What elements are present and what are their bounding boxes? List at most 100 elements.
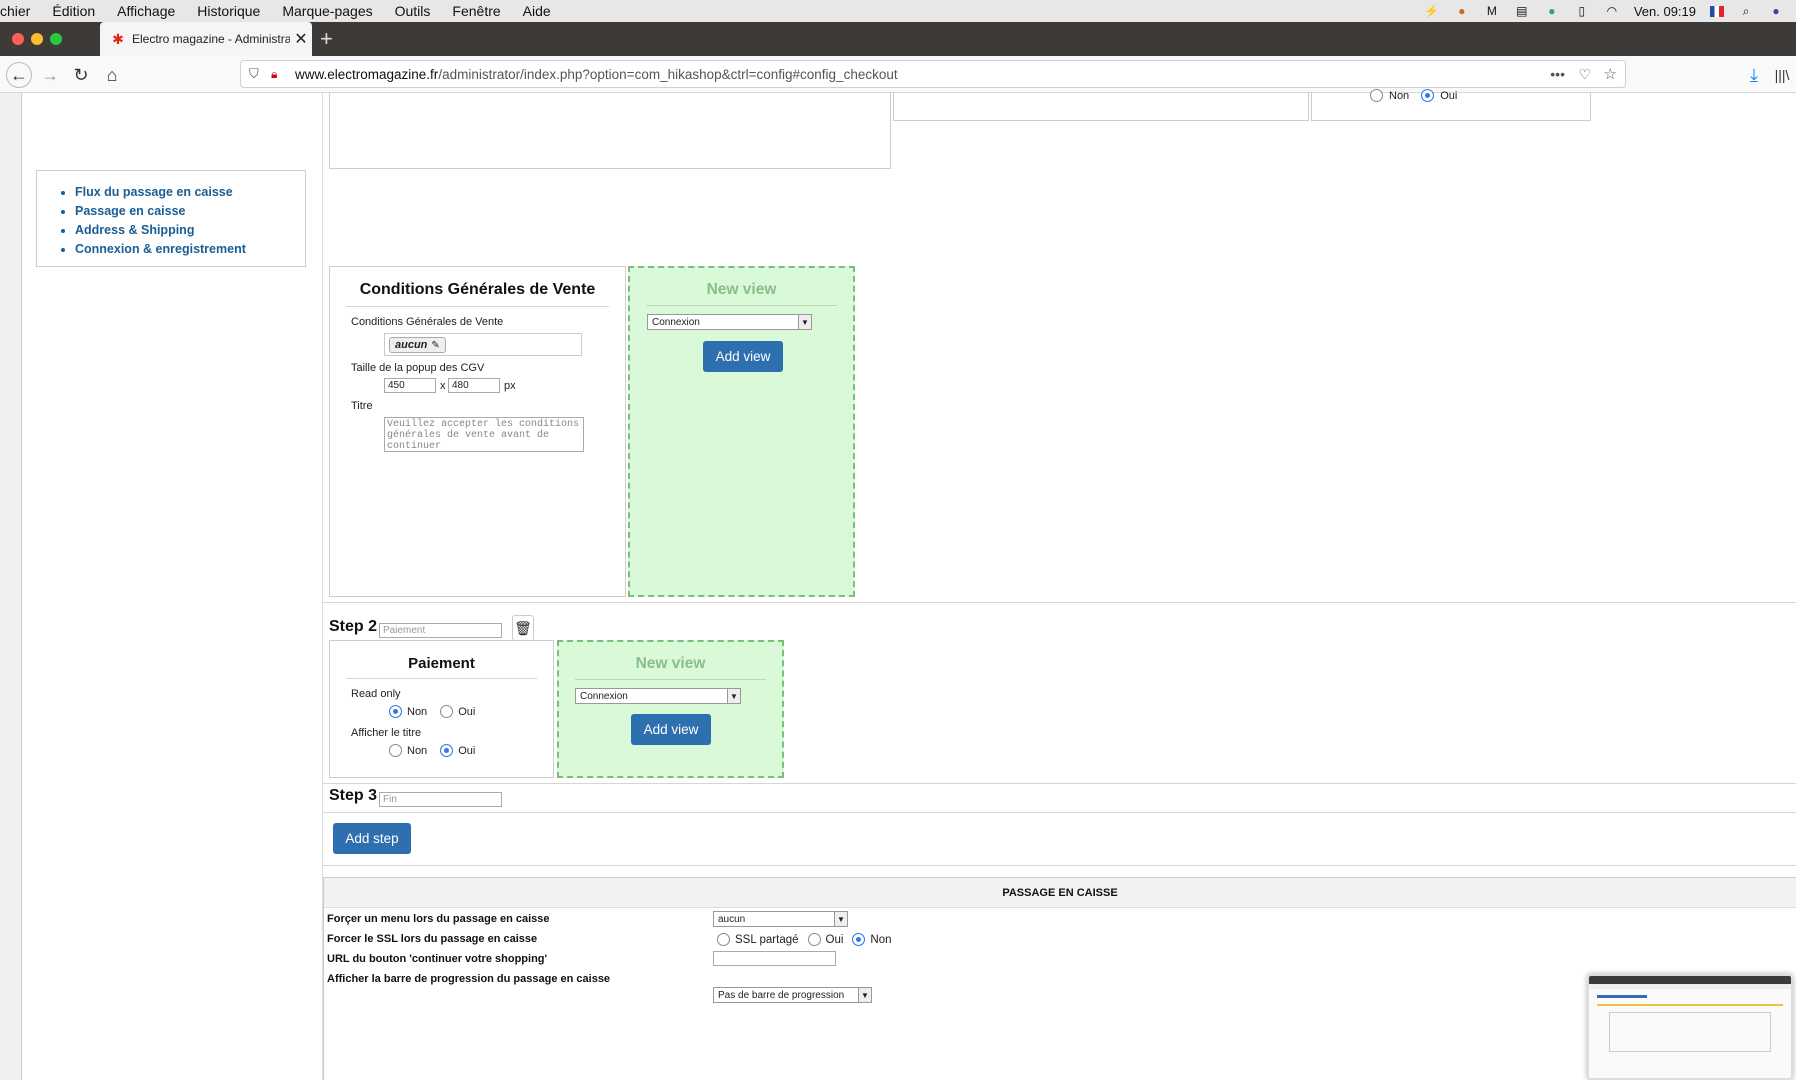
delete-step-trash-icon[interactable]: 🗑︎ xyxy=(512,615,534,641)
nav-link-flux[interactable]: Flux du passage en caisse xyxy=(75,183,305,202)
menu-marque-pages[interactable]: Marque-pages xyxy=(271,3,383,19)
menu-fenetre[interactable]: Fenêtre xyxy=(441,3,511,19)
back-icon[interactable]: ← xyxy=(6,62,32,88)
ssl-non-radio[interactable] xyxy=(852,933,866,946)
home-icon[interactable]: ⌂ xyxy=(99,62,125,88)
add-step-button[interactable]: Add step xyxy=(333,823,411,854)
insecure-lock-icon[interactable]: 🔒︎ xyxy=(271,67,287,82)
add-view-button-1[interactable]: Add view xyxy=(703,341,783,372)
pocket-icon[interactable]: ♡ xyxy=(1578,66,1591,83)
nav-link-passage[interactable]: Passage en caisse xyxy=(75,202,305,221)
divider xyxy=(323,865,1796,866)
screenshot-thumbnail[interactable] xyxy=(1587,974,1793,1080)
malwarebytes-icon[interactable]: M xyxy=(1484,4,1500,18)
ssl-partage-label: SSL partagé xyxy=(735,933,799,946)
menu-fichier[interactable]: chier xyxy=(0,3,41,19)
menu-edition[interactable]: Édition xyxy=(41,3,106,19)
ssl-partage-radio[interactable] xyxy=(717,933,730,946)
cgv-view-panel: Conditions Générales de Vente Conditions… xyxy=(329,266,626,597)
drive-icon[interactable]: ▤ xyxy=(1514,4,1530,18)
app-icon[interactable]: ● xyxy=(1454,4,1470,18)
force-menu-value: aucun xyxy=(718,913,746,925)
reload-icon[interactable]: ↻ xyxy=(68,62,94,88)
nav-link-address[interactable]: Address & Shipping xyxy=(75,221,305,240)
cgv-article-field[interactable]: aucun ✎ xyxy=(384,333,582,356)
menu-affichage[interactable]: Affichage xyxy=(106,3,186,19)
search-icon[interactable]: ⌕ xyxy=(1738,4,1754,18)
previous-view-box xyxy=(329,93,891,169)
siri-icon[interactable]: ● xyxy=(1768,4,1784,18)
popup-width-input[interactable]: 450 xyxy=(384,378,436,393)
progress-bar-select[interactable]: Pas de barre de progression ▼ xyxy=(713,987,872,1003)
view-select-2[interactable]: Connexion ▼ xyxy=(575,688,741,704)
pencil-icon[interactable]: ✎ xyxy=(431,340,439,351)
forward-icon[interactable]: → xyxy=(37,62,63,88)
checkout-nav-box: Flux du passage en caisse Passage en cai… xyxy=(36,170,306,267)
browser-tab[interactable]: ✱ Electro magazine - Administrati ✕ xyxy=(100,22,312,56)
read-only-non-radio[interactable] xyxy=(389,705,402,718)
cgv-tag[interactable]: aucun ✎ xyxy=(389,337,446,353)
force-menu-label: Forçer un menu lors du passage en caisse xyxy=(327,913,550,925)
nav-link-connexion[interactable]: Connexion & enregistrement xyxy=(75,240,305,259)
sync-icon[interactable]: ● xyxy=(1544,4,1560,18)
zoom-window-icon[interactable] xyxy=(50,33,62,45)
afficher-titre-oui-radio[interactable] xyxy=(440,744,454,757)
clock[interactable]: Ven. 09:19 xyxy=(1634,4,1696,19)
read-only-oui-label: Oui xyxy=(458,705,476,718)
downloads-icon[interactable]: ⤓ xyxy=(1741,62,1767,88)
step-3-name-input[interactable]: Fin xyxy=(379,792,502,807)
afficher-titre-oui-label: Oui xyxy=(458,744,476,757)
force-menu-select[interactable]: aucun ▼ xyxy=(713,911,848,927)
new-tab-icon[interactable]: + xyxy=(320,26,333,52)
cgv-tag-label: aucun xyxy=(395,339,428,351)
view-select-1[interactable]: Connexion ▼ xyxy=(647,314,812,330)
more-actions-icon[interactable]: ••• xyxy=(1550,66,1565,82)
url-bar[interactable]: ⛉ 🔒︎ www.electromagazine.fr/administrato… xyxy=(240,60,1626,88)
step-2-name-input[interactable]: Paiement xyxy=(379,623,502,638)
menu-outils[interactable]: Outils xyxy=(384,3,442,19)
ssl-non-label: Non xyxy=(870,933,892,946)
titre-label: Titre xyxy=(351,400,373,412)
add-view-button-2[interactable]: Add view xyxy=(631,714,711,745)
url-continue-input[interactable] xyxy=(713,951,836,966)
chevron-down-icon: ▼ xyxy=(858,988,871,1002)
nav-bar: ← → ↻ ⌂ ⛉ 🔒︎ www.electromagazine.fr/admi… xyxy=(0,56,1796,93)
close-window-icon[interactable] xyxy=(12,33,24,45)
tab-title: Electro magazine - Administrati xyxy=(132,32,290,46)
force-ssl-label: Forcer le SSL lors du passage en caisse xyxy=(327,933,538,945)
bookmark-star-icon[interactable]: ☆ xyxy=(1604,65,1617,83)
minimize-window-icon[interactable] xyxy=(31,33,43,45)
popup-height-input[interactable]: 480 xyxy=(448,378,500,393)
wifi-icon[interactable]: ◠ xyxy=(1604,4,1620,18)
radio-oui[interactable] xyxy=(1421,89,1435,102)
menu-historique[interactable]: Historique xyxy=(186,3,271,19)
url-path: /administrator/index.php?option=com_hika… xyxy=(438,66,898,82)
popup-unit: px xyxy=(504,380,516,392)
tab-close-icon[interactable]: ✕ xyxy=(290,29,312,49)
menu-aide[interactable]: Aide xyxy=(512,3,562,19)
previous-view-box-2 xyxy=(893,93,1309,121)
chevron-down-icon: ▼ xyxy=(834,912,847,926)
flag-fr-icon[interactable] xyxy=(1710,5,1724,17)
titre-textarea[interactable]: Veuillez accepter les conditions général… xyxy=(384,417,584,452)
ssl-oui-radio[interactable] xyxy=(807,933,821,946)
battery-icon[interactable]: ▯ xyxy=(1574,4,1590,18)
divider xyxy=(323,812,1796,813)
url-domain: www.electromagazine.fr xyxy=(295,66,439,82)
radio-non-label: Non xyxy=(1389,89,1410,102)
shield-icon[interactable]: ⛉ xyxy=(249,66,265,82)
afficher-titre-non-radio[interactable] xyxy=(389,744,402,757)
left-strip xyxy=(0,93,22,1080)
read-only-label: Read only xyxy=(351,688,401,700)
new-view-panel-1: New view Connexion ▼ Add view xyxy=(628,266,855,597)
mac-menubar: chier Édition Affichage Historique Marqu… xyxy=(0,0,1796,22)
radio-non[interactable] xyxy=(1370,89,1383,102)
bolt-icon[interactable]: ⚡ xyxy=(1424,4,1440,18)
read-only-oui-radio[interactable] xyxy=(440,705,454,718)
library-icon[interactable]: |||\ xyxy=(1769,62,1795,88)
step-2-label: Step 2 xyxy=(329,618,378,635)
tab-bar: ✱ Electro magazine - Administrati ✕ + xyxy=(0,22,1796,56)
progress-bar-label: Afficher la barre de progression du pass… xyxy=(327,973,611,985)
popup-size-label: Taille de la popup des CGV xyxy=(351,362,485,374)
new-view-title-2: New view xyxy=(635,655,706,672)
